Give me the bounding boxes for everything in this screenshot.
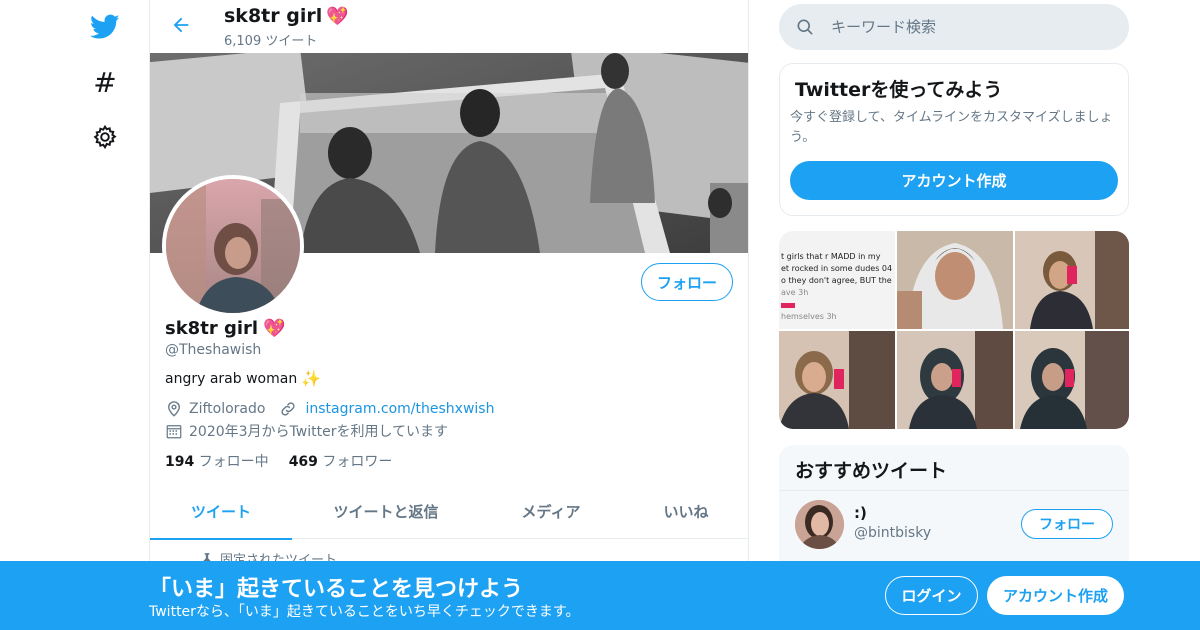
media-grid: t girls that r MADD in my et rocked in s…	[779, 231, 1129, 429]
signup-card-description: 今すぐ登録して、タイムラインをカスタマイズしましょう。	[790, 110, 1113, 145]
search-input[interactable]	[831, 18, 1101, 36]
profile-website-link[interactable]: instagram.com/theshxwish	[305, 401, 494, 417]
tab-tweets-and-replies[interactable]: ツイートと返信	[292, 484, 480, 539]
profile-name: sk8tr girl 💖	[165, 318, 285, 339]
screenshot-spacer	[781, 299, 895, 311]
thumb-photo	[897, 231, 1013, 329]
tab-tweets[interactable]: ツイート	[150, 484, 292, 540]
thumb-photo	[1015, 231, 1129, 329]
profile-name-text: sk8tr girl	[165, 318, 259, 339]
back-arrow-icon	[173, 17, 189, 33]
twitter-logo-link[interactable]	[80, 2, 130, 52]
bio-text: angry arab woman	[165, 370, 298, 387]
tweet-screenshot: t girls that r MADD in my et rocked in s…	[781, 251, 895, 323]
screenshot-line: hemselves 3h	[781, 312, 837, 321]
hashtag-icon: #	[93, 65, 117, 99]
profile-header-bar: sk8tr girl 💖 6,109 ツイート	[150, 0, 748, 53]
recommended-user-handle: @bintbisky	[854, 525, 932, 541]
media-thumb-3[interactable]	[1015, 231, 1129, 329]
twitter-profile-page: # sk8tr girl 💖 6,109 ツイート フォロー sk8tr gir…	[0, 0, 1200, 630]
profile-meta-location-website: Ziftolorado instagram.com/theshxwish	[165, 400, 494, 418]
recommended-user-name: :)	[854, 504, 867, 522]
signup-card-title: Twitterを使ってみよう	[795, 79, 1003, 101]
create-account-button[interactable]: アカウント作成	[790, 161, 1118, 200]
screenshot-red-text	[781, 303, 795, 308]
bottom-bar-subtitle: Twitterなら、「いま」起きていることをいち早くチェックできます。	[149, 604, 580, 620]
thumb-photo	[897, 331, 1013, 429]
thumb-photo	[1015, 331, 1129, 429]
twitter-logo-icon	[90, 14, 120, 39]
sparkling-heart-icon: 💖	[263, 318, 286, 339]
thumb-photo	[779, 331, 895, 429]
screenshot-line: t girls that r MADD in my	[781, 252, 881, 261]
bottom-signup-bar: 「いま」起きていることを見つけよう Twitterなら、「いま」起きていることを…	[0, 561, 1200, 630]
recommended-title: おすすめツイート	[795, 460, 948, 482]
screenshot-line: ave 3h	[781, 288, 809, 297]
profile-meta-joined: 2020年3月からTwitterを利用しています	[165, 421, 448, 441]
bottom-bar-title: 「いま」起きていることを見つけよう	[149, 577, 524, 602]
sparkling-heart-icon: 💖	[326, 5, 349, 27]
screenshot-line: o they don't agree, BUT the	[781, 276, 892, 285]
calendar-icon	[166, 425, 182, 439]
followers-count: 469	[288, 454, 318, 470]
link-icon	[281, 402, 296, 416]
following-stat[interactable]: 194 フォロー中	[165, 451, 269, 471]
media-thumb-5[interactable]	[897, 331, 1013, 429]
following-count: 194	[165, 454, 195, 470]
profile-handle: @Theshawish	[165, 342, 262, 358]
media-thumb-4[interactable]	[779, 331, 895, 429]
bottom-create-account-button[interactable]: アカウント作成	[987, 576, 1124, 615]
back-button[interactable]	[166, 10, 196, 40]
recommended-tweets-card: おすすめツイート :) @bintbisky フォロー	[779, 445, 1129, 575]
profile-tabs: ツイート ツイートと返信 メディア いいね	[150, 484, 748, 540]
tab-likes[interactable]: いいね	[622, 484, 748, 539]
signup-card: Twitterを使ってみよう 今すぐ登録して、タイムラインをカスタマイズしましょ…	[779, 63, 1129, 216]
header-profile-name: sk8tr girl 💖	[224, 5, 349, 27]
search-icon	[797, 19, 813, 35]
tab-media[interactable]: メディア	[480, 484, 622, 539]
explore-link[interactable]: #	[80, 57, 130, 107]
profile-bio: angry arab woman ✨	[165, 369, 321, 388]
followers-stat[interactable]: 469 フォロワー	[289, 451, 393, 471]
divider	[779, 490, 1129, 491]
location-pin-icon	[168, 401, 180, 417]
sparkles-icon: ✨	[301, 369, 322, 388]
profile-avatar[interactable]	[162, 175, 304, 317]
media-thumb-1[interactable]: t girls that r MADD in my et rocked in s…	[779, 231, 895, 329]
gear-icon	[93, 124, 117, 150]
recommended-follow-button[interactable]: フォロー	[1021, 509, 1113, 539]
profile-column: sk8tr girl 💖 6,109 ツイート フォロー sk8tr girl …	[149, 0, 749, 630]
following-label: フォロー中	[198, 454, 269, 470]
avatar-photo	[795, 500, 844, 549]
login-button[interactable]: ログイン	[885, 576, 978, 615]
profile-joined-date: 2020年3月からTwitterを利用しています	[189, 424, 449, 440]
profile-stats: 194 フォロー中 469 フォロワー	[165, 451, 392, 471]
avatar-photo	[166, 179, 300, 313]
search-box[interactable]	[779, 4, 1129, 50]
profile-location: Ziftolorado	[189, 401, 266, 417]
followers-label: フォロワー	[322, 454, 393, 470]
recommended-user-avatar[interactable]	[795, 500, 844, 549]
screenshot-line: et rocked in some dudes 04	[781, 264, 893, 273]
tweet-count: 6,109 ツイート	[224, 34, 318, 49]
media-thumb-6[interactable]	[1015, 331, 1129, 429]
header-name-text: sk8tr girl	[224, 5, 323, 27]
follow-button[interactable]: フォロー	[641, 263, 733, 301]
media-thumb-2[interactable]	[897, 231, 1013, 329]
settings-link[interactable]	[80, 112, 130, 162]
